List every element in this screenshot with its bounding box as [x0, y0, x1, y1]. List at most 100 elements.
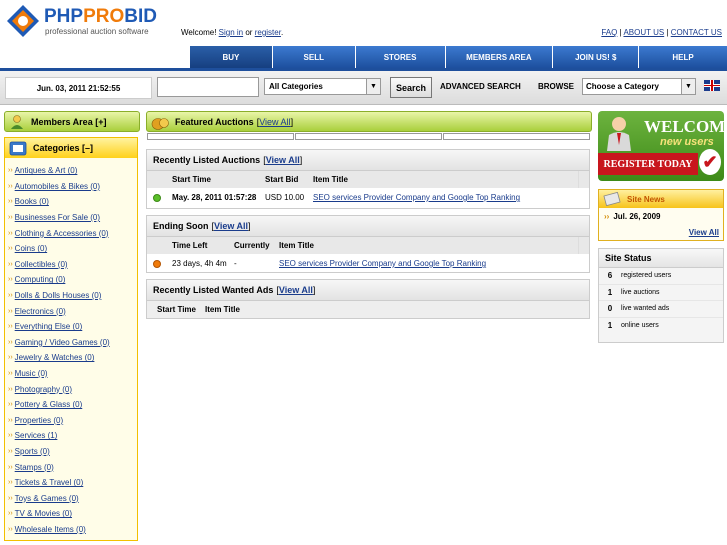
- item-title-link[interactable]: SEO services Provider Company and Google…: [279, 259, 486, 268]
- welcome-message: Welcome! Sign in or register.: [181, 28, 283, 37]
- categories-toggle[interactable]: Categories [–]: [5, 138, 137, 158]
- category-link[interactable]: Electronics (0): [15, 307, 66, 316]
- item-title-link[interactable]: SEO services Provider Company and Google…: [313, 193, 520, 202]
- members-area-label: Members Area [+]: [31, 116, 107, 127]
- tab-members-area[interactable]: MEMBERS AREA: [445, 46, 554, 68]
- recent-auctions-view-all-link[interactable]: View All: [266, 155, 300, 165]
- sign-in-link[interactable]: Sign in: [219, 28, 243, 37]
- category-item: ›› Sports (0): [8, 444, 136, 460]
- search-button[interactable]: Search: [390, 77, 432, 98]
- tab-sell[interactable]: SELL: [272, 46, 356, 68]
- status-row: 1 live auctions: [599, 285, 723, 301]
- category-link[interactable]: Toys & Games (0): [15, 494, 79, 503]
- contact-us-link[interactable]: CONTACT US: [671, 28, 722, 37]
- category-link[interactable]: Music (0): [15, 369, 48, 378]
- category-link[interactable]: Antiques & Art (0): [15, 166, 78, 175]
- category-link[interactable]: Dolls & Dolls Houses (0): [15, 291, 102, 300]
- category-item: ›› Electronics (0): [8, 303, 136, 319]
- double-arrow-icon: ››: [8, 432, 13, 440]
- news-view-all-link[interactable]: View All: [689, 228, 719, 237]
- category-item: ›› Jewelry & Watches (0): [8, 350, 136, 366]
- category-link[interactable]: Jewelry & Watches (0): [15, 353, 95, 362]
- category-item: ›› Music (0): [8, 366, 136, 382]
- category-link[interactable]: Everything Else (0): [15, 322, 83, 331]
- wanted-ads-title: Recently Listed Wanted Ads [View All]: [147, 280, 589, 301]
- category-link[interactable]: Businesses For Sale (0): [15, 213, 100, 222]
- tab-join-us[interactable]: JOIN US! $: [553, 46, 640, 68]
- search-input[interactable]: [157, 77, 259, 97]
- double-arrow-icon: ››: [8, 167, 13, 175]
- category-item: ›› Antiques & Art (0): [8, 163, 136, 179]
- double-arrow-icon: ››: [8, 370, 13, 378]
- featured-view-all-link[interactable]: View All: [259, 117, 290, 127]
- category-item: ›› Automobiles & Bikes (0): [8, 179, 136, 195]
- category-link[interactable]: Computing (0): [15, 275, 66, 284]
- view-all-bracket: [View All]: [256, 116, 294, 127]
- category-item: ›› Clothing & Accessories (0): [8, 225, 136, 241]
- double-arrow-icon: ››: [8, 276, 13, 284]
- category-link[interactable]: Pottery & Glass (0): [15, 400, 83, 409]
- banner-new-users-text: new users: [660, 136, 714, 148]
- double-arrow-icon: ››: [8, 245, 13, 253]
- double-arrow-icon: ››: [8, 416, 13, 424]
- members-area-toggle[interactable]: Members Area [+]: [4, 111, 140, 132]
- category-link[interactable]: Stamps (0): [15, 463, 54, 472]
- register-link[interactable]: register: [255, 28, 281, 37]
- category-link[interactable]: Properties (0): [15, 416, 63, 425]
- column-header: Start Time: [157, 305, 196, 314]
- category-link[interactable]: Collectibles (0): [15, 260, 68, 269]
- category-link[interactable]: TV & Movies (0): [15, 509, 72, 518]
- featured-auctions-title: Featured Auctions: [175, 116, 254, 127]
- browse-category-select[interactable]: Choose a Category ▼: [582, 78, 696, 95]
- category-item: ›› Dolls & Dolls Houses (0): [8, 288, 136, 304]
- status-row: 6 registered users: [599, 268, 723, 285]
- category-link[interactable]: Services (1): [15, 431, 58, 440]
- search-category-select[interactable]: All Categories ▼: [264, 78, 381, 95]
- faq-link[interactable]: FAQ: [601, 28, 617, 37]
- double-arrow-icon: ››: [8, 307, 13, 315]
- browse-label: BROWSE: [538, 82, 574, 91]
- uk-flag-icon[interactable]: [704, 80, 720, 91]
- tab-stores[interactable]: STORES: [355, 46, 446, 68]
- recent-auctions-panel: Recently Listed Auctions [View All] Star…: [146, 149, 590, 209]
- status-label: live wanted ads: [621, 305, 670, 313]
- table-header: Time Left Currently Item Title: [147, 237, 589, 254]
- category-link[interactable]: Coins (0): [15, 244, 47, 253]
- status-count: 6: [607, 271, 613, 281]
- category-item: ›› Computing (0): [8, 272, 136, 288]
- welcome-register-banner[interactable]: WELCOME new users REGISTER TODAY ✔: [598, 111, 724, 181]
- ending-soon-view-all-link[interactable]: View All: [214, 221, 248, 231]
- category-link[interactable]: Photography (0): [15, 385, 72, 394]
- featured-auctions-header: Featured Auctions [View All]: [146, 111, 592, 132]
- tab-buy[interactable]: BUY: [190, 46, 273, 68]
- news-date[interactable]: Jul. 26, 2009: [613, 212, 660, 221]
- wanted-ads-view-all-link[interactable]: View All: [279, 285, 313, 295]
- category-link[interactable]: Sports (0): [15, 447, 50, 456]
- double-arrow-icon: ››: [8, 447, 13, 455]
- panel-title-text: Recently Listed Wanted Ads: [153, 285, 274, 295]
- start-bid-cell: USD 10.00: [265, 193, 305, 202]
- tab-help[interactable]: HELP: [639, 46, 727, 68]
- category-link[interactable]: Wholesale Items (0): [15, 525, 86, 534]
- category-link[interactable]: Tickets & Travel (0): [15, 478, 84, 487]
- category-item: ›› Businesses For Sale (0): [8, 210, 136, 226]
- about-us-link[interactable]: ABOUT US: [623, 28, 664, 37]
- search-category-value: All Categories: [269, 82, 323, 91]
- category-link[interactable]: Books (0): [15, 197, 49, 206]
- category-link[interactable]: Automobiles & Bikes (0): [15, 182, 100, 191]
- register-today-button[interactable]: REGISTER TODAY: [598, 153, 698, 175]
- advanced-search-link[interactable]: ADVANCED SEARCH: [440, 82, 521, 91]
- category-item: ›› Stamps (0): [8, 459, 136, 475]
- double-arrow-icon: ››: [8, 525, 13, 533]
- green-clock-icon: [153, 188, 161, 207]
- category-item: ›› Coins (0): [8, 241, 136, 257]
- logo[interactable]: PHPPROBID professional auction software: [6, 4, 176, 38]
- status-count: 0: [607, 304, 613, 314]
- chevron-down-icon: ▼: [366, 79, 380, 94]
- category-item: ›› Everything Else (0): [8, 319, 136, 335]
- category-link[interactable]: Clothing & Accessories (0): [15, 229, 109, 238]
- category-link[interactable]: Gaming / Video Games (0): [15, 338, 110, 347]
- top-links: FAQ | ABOUT US | CONTACT US: [601, 28, 722, 37]
- column-header: Item Title: [279, 241, 314, 250]
- category-item: ›› Toys & Games (0): [8, 490, 136, 506]
